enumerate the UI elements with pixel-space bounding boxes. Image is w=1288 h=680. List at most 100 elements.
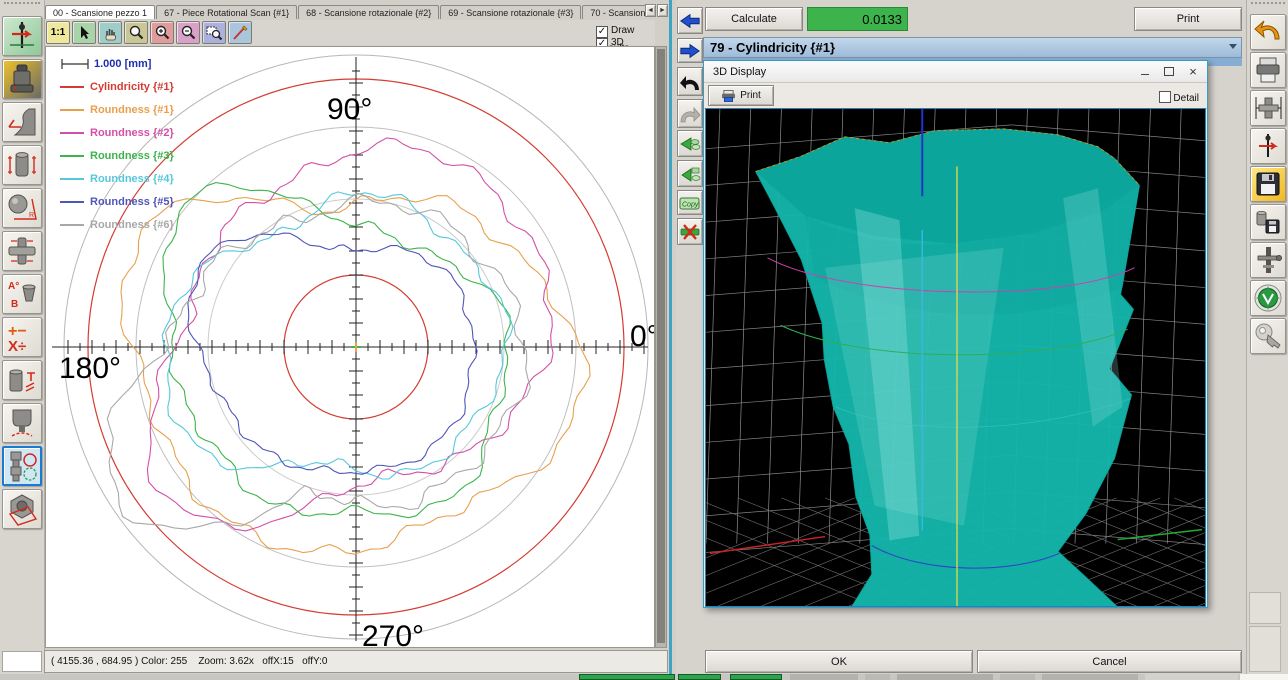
fixture-clamp-icon xyxy=(1253,245,1283,275)
access-key-button[interactable] xyxy=(1250,318,1286,354)
taskbar-strip xyxy=(0,674,1288,680)
chevron-down-icon[interactable] xyxy=(1229,44,1237,49)
tab-scroll-left-button[interactable]: ◄ xyxy=(645,4,656,17)
probe-arm-button[interactable] xyxy=(1250,128,1286,164)
result-value-box: 0.0133 xyxy=(807,7,908,31)
alignment-level-button[interactable] xyxy=(2,16,42,56)
nav-right-button[interactable] xyxy=(677,38,703,63)
fixture-clamp-button[interactable] xyxy=(1250,242,1286,278)
plot-vertical-scrollbar[interactable] xyxy=(655,46,667,648)
feature-dropdown[interactable]: 79 - Cylindricity {#1} xyxy=(703,37,1242,58)
hex-nut-measure-icon xyxy=(5,492,39,526)
tab-scroll-right-button[interactable]: ► xyxy=(657,4,668,17)
zoom-out-button[interactable] xyxy=(176,21,200,44)
right-toolbar-grip[interactable] xyxy=(1251,2,1285,8)
pencil-line-icon xyxy=(231,24,249,42)
legend-label: Roundness {#4} xyxy=(90,173,174,185)
print-results-button[interactable]: Print xyxy=(1134,7,1242,31)
cross-part-measure-icon xyxy=(5,234,39,268)
hex-nut-measure-button[interactable] xyxy=(2,489,42,529)
measure-pencil-button[interactable] xyxy=(228,21,252,44)
legend-line-swatch xyxy=(60,201,84,203)
tab-2[interactable]: 68 - Scansione rotazionale {#2} xyxy=(298,5,439,19)
undo-orange-button[interactable] xyxy=(1250,14,1286,50)
sphere-measure-button[interactable]: R xyxy=(2,188,42,228)
pane-divider[interactable] xyxy=(669,0,672,674)
redo-button[interactable] xyxy=(677,99,703,128)
select-cursor-button[interactable] xyxy=(72,21,96,44)
import-results-alt-button[interactable] xyxy=(677,160,703,187)
result-value: 0.0133 xyxy=(862,12,902,27)
copy-icon: Copy xyxy=(678,194,702,212)
calculate-label: Calculate xyxy=(731,13,777,25)
cursor-icon xyxy=(75,24,93,42)
scale-indicator: 1.000 [mm] xyxy=(60,53,250,75)
calculate-button[interactable]: Calculate xyxy=(705,7,803,31)
svg-text:A°: A° xyxy=(8,281,19,292)
close-button[interactable]: × xyxy=(1183,64,1203,79)
detail-checkbox[interactable]: Detail xyxy=(1159,91,1199,104)
threed-window-toolbar: Print xyxy=(704,83,1207,109)
minimize-button[interactable] xyxy=(1135,64,1155,79)
tab-3[interactable]: 69 - Scansione rotazionale {#3} xyxy=(440,5,581,19)
legend-line-swatch xyxy=(60,224,84,226)
key-icon xyxy=(1253,321,1283,351)
runout-part-button[interactable] xyxy=(2,403,42,443)
toolbar-grip[interactable] xyxy=(4,2,40,8)
save-button[interactable] xyxy=(1250,166,1286,202)
roundness-cylindricity-button[interactable] xyxy=(2,446,42,486)
dimension-part-icon xyxy=(1253,93,1283,123)
legend-line-swatch xyxy=(60,155,84,157)
tab-1[interactable]: 67 - Piece Rotational Scan {#1} xyxy=(156,5,297,19)
profile-measure-button[interactable] xyxy=(2,102,42,142)
ok-label: OK xyxy=(831,656,847,668)
zoom-box-button[interactable] xyxy=(202,21,226,44)
svg-text:270°: 270° xyxy=(362,620,424,647)
pan-hand-button[interactable] xyxy=(98,21,122,44)
math-operations-button[interactable]: +− X÷ xyxy=(2,317,42,357)
save-all-button[interactable] xyxy=(1250,204,1286,240)
plot-scrollbar-thumb[interactable] xyxy=(657,49,665,643)
print-button[interactable] xyxy=(1250,52,1286,88)
delete-button[interactable] xyxy=(677,218,703,245)
application-window: R A° B +− X÷ xyxy=(0,0,1288,680)
cancel-button[interactable]: Cancel xyxy=(977,650,1242,673)
magnifier-icon xyxy=(127,24,145,42)
tab-4[interactable]: 70 - Scansione rotazionale {#4} xyxy=(582,5,645,19)
nav-left-button[interactable] xyxy=(677,7,703,34)
threed-print-button[interactable]: Print xyxy=(708,85,774,106)
vdi-badge-icon xyxy=(1253,283,1283,313)
maximize-button[interactable] xyxy=(1159,64,1179,79)
dimension-part-button[interactable] xyxy=(1250,90,1286,126)
tab-0[interactable]: 00 - Scansione pezzo 1 xyxy=(45,5,155,19)
legend-item: Roundness {#1} xyxy=(60,98,250,121)
copy-button[interactable]: Copy xyxy=(677,190,703,215)
legend-label: Roundness {#2} xyxy=(90,127,174,139)
cylinder-measure-button[interactable] xyxy=(2,145,42,185)
legend-line-swatch xyxy=(60,178,84,180)
zoom-1-1-button[interactable]: 1:1 xyxy=(46,21,70,44)
runout-part-icon xyxy=(5,406,39,440)
angle-label-button[interactable]: A° B xyxy=(2,274,42,314)
legend-series: Cylindricity {#1}Roundness {#1}Roundness… xyxy=(60,75,250,236)
threed-window-titlebar[interactable]: 3D Display × xyxy=(704,61,1207,83)
undo-button[interactable] xyxy=(677,67,703,96)
svg-text:B: B xyxy=(11,299,18,310)
ok-button[interactable]: OK xyxy=(705,650,973,673)
undo-orange-icon xyxy=(1253,17,1283,47)
threed-viewport[interactable] xyxy=(705,108,1206,607)
undo-arrow-icon xyxy=(679,72,701,92)
cross-part-measure-button[interactable] xyxy=(2,231,42,271)
tolerance-part-button[interactable] xyxy=(2,360,42,400)
import-results-button[interactable] xyxy=(677,130,703,157)
detail-checkbox-box[interactable] xyxy=(1159,91,1171,103)
zoom-lens-button[interactable] xyxy=(124,21,148,44)
polar-plot-area[interactable]: 90°0°180°270° 1.000 [mm] Cylindricity {#… xyxy=(45,46,655,648)
vdi-badge-button[interactable] xyxy=(1250,280,1286,316)
magnifier-plus-icon xyxy=(153,24,171,42)
legend-item: Roundness {#2} xyxy=(60,121,250,144)
zoom-in-button[interactable] xyxy=(150,21,174,44)
angle-label-icon: A° B xyxy=(5,277,39,311)
alignment-level-icon xyxy=(5,19,39,53)
probe-part-button[interactable] xyxy=(2,59,42,99)
